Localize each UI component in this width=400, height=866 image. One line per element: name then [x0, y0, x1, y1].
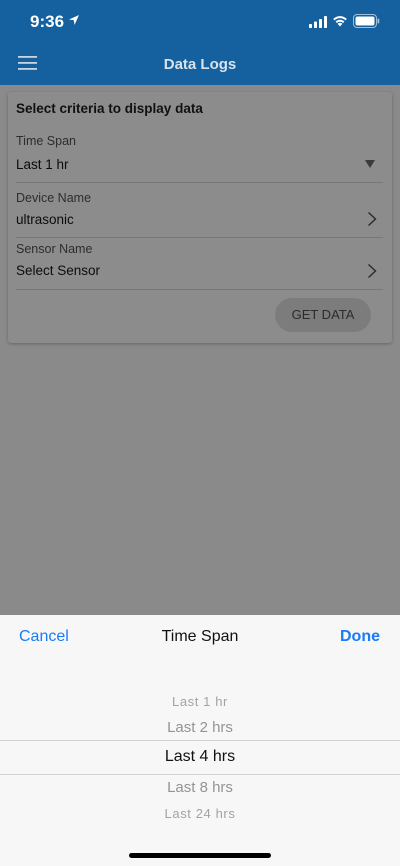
home-indicator [129, 853, 271, 858]
sensor-name-label: Sensor Name [16, 242, 93, 256]
chevron-right-icon[interactable] [367, 211, 377, 227]
sensor-name-field[interactable]: Select Sensor [16, 263, 100, 278]
picker-option[interactable]: Last 8 hrs [0, 779, 400, 796]
time-span-select[interactable]: Last 1 hr [16, 157, 69, 172]
time-span-label: Time Span [16, 134, 76, 148]
picker-option[interactable]: Last 1 hr [0, 694, 400, 709]
page-title: Data Logs [163, 56, 237, 73]
picker-option[interactable]: Last 24 hrs [0, 806, 400, 821]
divider [16, 289, 383, 290]
cellular-signal-icon [309, 16, 327, 28]
divider [16, 182, 383, 183]
caret-down-icon[interactable] [365, 160, 375, 168]
criteria-card: Select criteria to display data Time Spa… [8, 92, 392, 343]
done-button[interactable]: Done [340, 628, 380, 646]
picker-option[interactable]: Last 2 hrs [0, 719, 400, 736]
wifi-icon [333, 16, 347, 27]
cancel-button[interactable]: Cancel [19, 628, 69, 646]
app-header: 9:36 Data Logs [0, 0, 400, 85]
divider [16, 237, 383, 238]
time-span-picker-sheet: Time Span Cancel Done Last 1 hr Last 2 h… [0, 615, 400, 866]
chevron-right-icon[interactable] [367, 263, 377, 279]
status-time: 9:36 [30, 12, 65, 31]
picker-option-selected[interactable]: Last 4 hrs [0, 748, 400, 766]
device-name-field[interactable]: ultrasonic [16, 212, 74, 227]
get-data-button[interactable]: GET DATA [275, 298, 371, 332]
status-bar: 9:36 [0, 0, 400, 44]
battery-icon [353, 14, 380, 28]
device-name-label: Device Name [16, 191, 92, 205]
location-arrow-icon [69, 15, 79, 25]
card-title: Select criteria to display data [16, 101, 203, 116]
